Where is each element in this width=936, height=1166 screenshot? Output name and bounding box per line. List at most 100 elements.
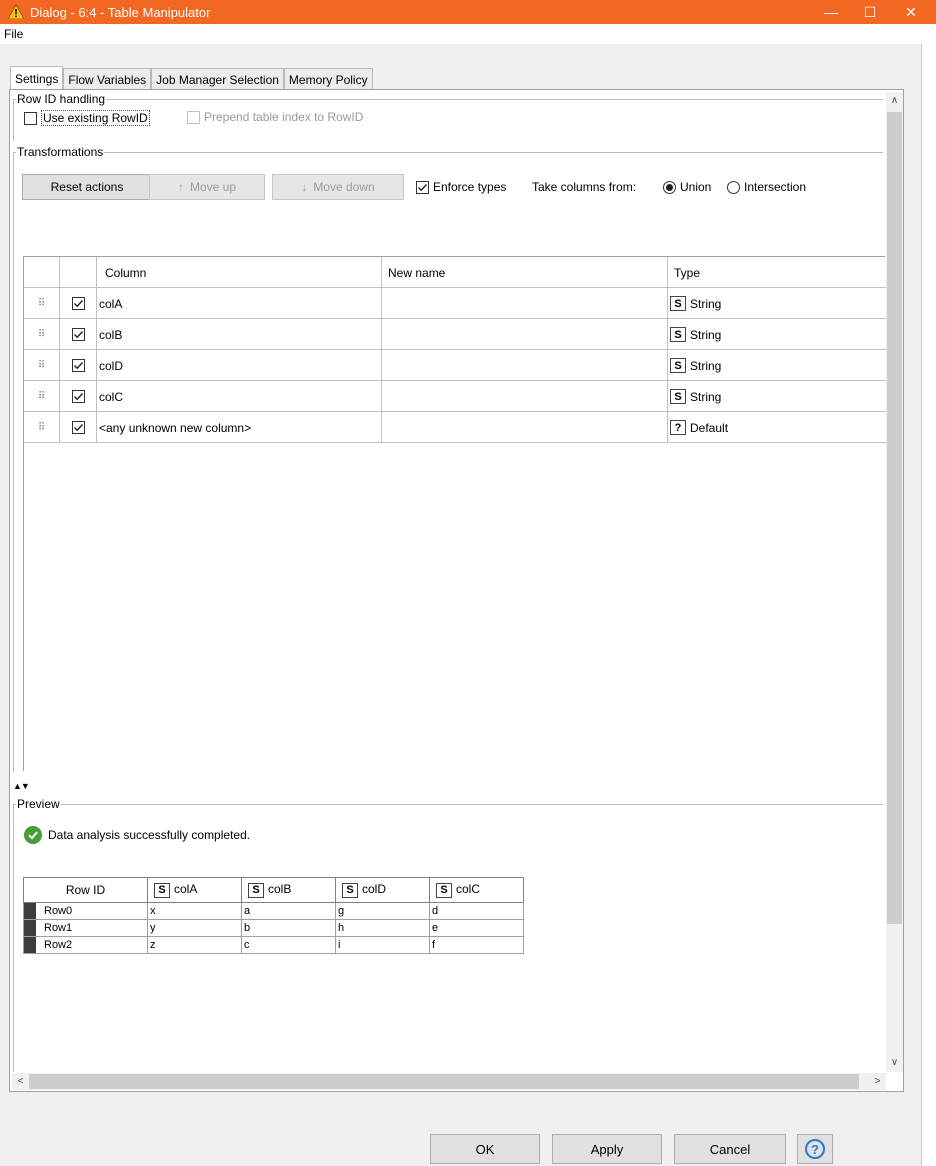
type-cell[interactable]: S String	[668, 319, 886, 350]
drag-handle-icon[interactable]: ⠿	[24, 412, 60, 443]
preview-row: Row0 x a g d	[23, 902, 524, 920]
vertical-scrollbar[interactable]: ∧ ∨	[886, 92, 903, 1072]
preview-header-colc[interactable]: ScolC	[429, 877, 524, 903]
preview-header-cold[interactable]: ScolD	[335, 877, 430, 903]
string-type-icon: S	[248, 882, 264, 898]
scroll-right-icon[interactable]: >	[869, 1073, 886, 1090]
drag-handle-icon[interactable]: ⠿	[24, 381, 60, 412]
string-type-icon: S	[342, 882, 358, 898]
move-up-button[interactable]: ↑ Move up	[149, 174, 265, 200]
splitter-arrows-icon[interactable]: ▲▼	[13, 781, 30, 791]
prepend-table-index-checkbox[interactable]: Prepend table index to RowID	[187, 110, 363, 124]
scroll-down-icon[interactable]: ∨	[886, 1054, 903, 1071]
preview-row: Row2 z c i f	[23, 936, 524, 954]
row-include-checkbox[interactable]	[60, 412, 97, 443]
cancel-button[interactable]: Cancel	[674, 1134, 786, 1164]
row-include-checkbox[interactable]	[60, 350, 97, 381]
preview-cell: a	[241, 902, 336, 920]
preview-header-colb[interactable]: ScolB	[241, 877, 336, 903]
table-row[interactable]: ⠿ colA S String	[24, 288, 886, 319]
new-name-cell[interactable]	[382, 350, 668, 381]
preview-header-rowid[interactable]: Row ID	[23, 877, 148, 903]
ok-button[interactable]: OK	[430, 1134, 540, 1164]
move-down-button[interactable]: ↓ Move down	[272, 174, 404, 200]
preview-cell: z	[147, 936, 242, 954]
header-type[interactable]: Type	[668, 257, 886, 288]
scroll-left-icon[interactable]: <	[12, 1073, 29, 1090]
new-name-cell[interactable]	[382, 319, 668, 350]
table-row[interactable]: ⠿ colB S String	[24, 319, 886, 350]
intersection-radio[interactable]: Intersection	[727, 180, 806, 194]
checkbox-checked-icon	[71, 297, 85, 310]
table-row[interactable]: ⠿ <any unknown new column> ? Default	[24, 412, 886, 443]
unknown-type-icon: ?	[670, 420, 686, 435]
header-new-name[interactable]: New name	[382, 257, 668, 288]
prepend-table-index-label: Prepend table index to RowID	[204, 110, 364, 124]
row-include-checkbox[interactable]	[60, 288, 97, 319]
checkbox-checked-icon	[71, 421, 85, 434]
union-radio[interactable]: Union	[663, 180, 711, 194]
transformations-legend: Transformations	[16, 145, 105, 159]
scroll-up-icon[interactable]: ∧	[886, 92, 903, 109]
drag-handle-icon[interactable]: ⠿	[24, 288, 60, 319]
column-name-cell: colB	[97, 319, 382, 350]
preview-cell: d	[429, 902, 524, 920]
checkbox-checked-icon	[71, 328, 85, 341]
vertical-scroll-thumb[interactable]	[887, 112, 902, 924]
tab-memory-policy[interactable]: Memory Policy	[283, 68, 373, 90]
preview-cell: i	[335, 936, 430, 954]
preview-cell: b	[241, 919, 336, 937]
checkbox-checked-icon	[71, 390, 85, 403]
row-marker	[24, 903, 36, 919]
preview-legend: Preview	[16, 797, 61, 811]
reset-actions-button[interactable]: Reset actions	[22, 174, 152, 200]
header-column[interactable]: Column	[97, 257, 382, 288]
preview-cell: g	[335, 902, 430, 920]
drag-handle-icon[interactable]: ⠿	[24, 319, 60, 350]
horizontal-scrollbar[interactable]: < >	[12, 1073, 886, 1090]
union-label: Union	[680, 180, 712, 194]
use-existing-rowid-checkbox[interactable]: Use existing RowID	[24, 110, 150, 126]
help-button[interactable]: ?	[797, 1134, 833, 1164]
preview-cell: f	[429, 936, 524, 954]
table-row[interactable]: ⠿ colD S String	[24, 350, 886, 381]
new-name-cell[interactable]	[382, 412, 668, 443]
maximize-button[interactable]: ☐	[847, 0, 893, 24]
warning-icon	[8, 4, 24, 20]
type-cell[interactable]: S String	[668, 381, 886, 412]
type-cell[interactable]: S String	[668, 288, 886, 319]
type-label: Default	[690, 420, 729, 435]
type-cell[interactable]: ? Default	[668, 412, 886, 443]
tab-job-manager-selection[interactable]: Job Manager Selection	[151, 68, 284, 90]
radio-selected-icon	[663, 180, 676, 194]
type-cell[interactable]: S String	[668, 350, 886, 381]
window-edge	[922, 44, 936, 1166]
checkbox-checked-icon	[416, 180, 429, 194]
string-type-icon: S	[670, 296, 686, 311]
new-name-cell[interactable]	[382, 288, 668, 319]
string-type-icon: S	[154, 882, 170, 898]
preview-row: Row1 y b h e	[23, 919, 524, 937]
title-bar: Dialog - 6:4 - Table Manipulator — ☐ ✕	[0, 0, 936, 24]
tab-bar: Settings Flow Variables Job Manager Sele…	[10, 66, 373, 90]
row-include-checkbox[interactable]	[60, 319, 97, 350]
preview-header-cola[interactable]: ScolA	[147, 877, 242, 903]
preview-rowid-cell: Row0	[23, 902, 148, 920]
apply-button[interactable]: Apply	[552, 1134, 662, 1164]
row-include-checkbox[interactable]	[60, 381, 97, 412]
close-button[interactable]: ✕	[888, 0, 934, 24]
table-row[interactable]: ⠿ colC S String	[24, 381, 886, 412]
new-name-cell[interactable]	[382, 381, 668, 412]
window-title: Dialog - 6:4 - Table Manipulator	[30, 4, 211, 20]
menu-file[interactable]: File	[0, 27, 27, 41]
checkbox-icon	[187, 110, 200, 124]
tab-flow-variables[interactable]: Flow Variables	[63, 68, 152, 90]
enforce-types-checkbox[interactable]: Enforce types	[416, 180, 506, 194]
success-check-icon	[24, 826, 42, 844]
string-type-icon: S	[670, 358, 686, 373]
tab-settings[interactable]: Settings	[10, 66, 64, 90]
preview-cell: y	[147, 919, 242, 937]
drag-handle-icon[interactable]: ⠿	[24, 350, 60, 381]
column-name-cell: colD	[97, 350, 382, 381]
horizontal-scroll-thumb[interactable]	[29, 1074, 859, 1089]
